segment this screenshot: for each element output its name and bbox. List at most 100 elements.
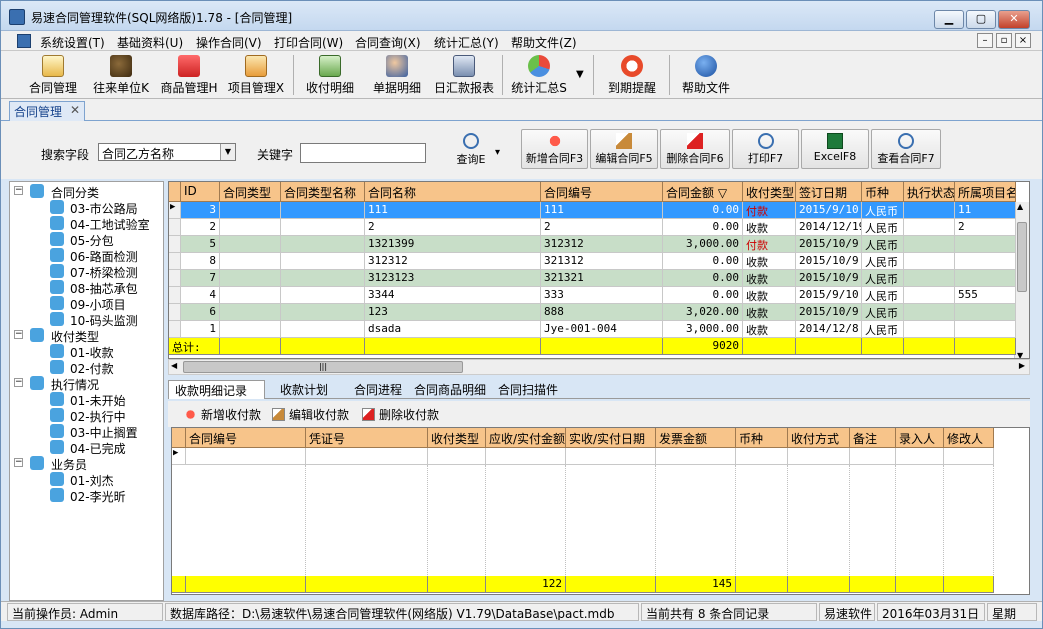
table-cell-amount[interactable]: 0.00 [663,287,743,304]
table-cell-status[interactable] [904,202,955,219]
table-cell-pay-type[interactable]: 收款 [743,287,796,304]
table-cell-name[interactable]: 3344 [365,287,541,304]
scroll-up-icon[interactable]: ▲ [1017,202,1023,211]
table-cell-status[interactable] [904,287,955,304]
mdi-minimize-button[interactable]: – [977,33,993,48]
table-cell-date[interactable]: 2015/10/9 [796,253,862,270]
scroll-left-icon[interactable]: ◀ [171,361,177,370]
tab-payment-plan[interactable]: 收款计划 [274,380,334,399]
table-cell-code[interactable]: 333 [541,287,663,304]
col-header[interactable]: 收付方式 [788,428,850,448]
new-row-cell[interactable] [850,448,896,465]
toolbar-documents-detail-button[interactable]: 单据明细 [368,54,426,96]
table-cell-id[interactable]: 2 [181,219,220,236]
chevron-down-icon[interactable]: ▼ [576,69,584,80]
mdi-close-button[interactable]: × [1015,33,1031,48]
table-cell-currency[interactable]: 人民币 [862,202,904,219]
table-cell-pay-type[interactable]: 付款 [743,236,796,253]
menu-print-contract[interactable]: 打印合同(W) [274,34,343,51]
scroll-thumb[interactable]: ||| [183,361,463,373]
table-cell-pay-type[interactable]: 收款 [743,270,796,287]
table-cell-date[interactable]: 2015/9/10 [796,287,862,304]
new-row-cell[interactable] [306,448,428,465]
delete-payment-button[interactable]: 删除收付款 [362,406,439,423]
table-cell-amount[interactable]: 0.00 [663,202,743,219]
table-cell-project[interactable]: 2 [955,219,1016,236]
table-cell-amount[interactable]: 0.00 [663,253,743,270]
collapse-icon[interactable]: − [14,330,23,339]
tab-contract-progress[interactable]: 合同进程 [348,380,408,399]
table-cell-name[interactable]: 1321399 [365,236,541,253]
table-cell-date[interactable]: 2015/10/9 [796,304,862,321]
menu-statistics[interactable]: 统计汇总(Y) [434,34,499,51]
col-header[interactable]: 合同编号 [541,182,663,202]
col-header[interactable]: 合同类型 [220,182,281,202]
table-cell-amount[interactable]: 3,000.00 [663,321,743,338]
print-button[interactable]: 打印F7 [732,129,799,169]
new-row-cell[interactable] [736,448,788,465]
table-cell-code[interactable]: 321312 [541,253,663,270]
new-row-cell[interactable] [944,448,994,465]
table-cell-type[interactable] [220,321,281,338]
table-cell-date[interactable]: 2014/12/19 [796,219,862,236]
delete-contract-button[interactable]: 删除合同F6 [660,129,730,169]
col-header[interactable]: 发票金额 [656,428,736,448]
query-dropdown-icon[interactable]: ▾ [495,147,500,158]
table-cell-currency[interactable]: 人民币 [862,287,904,304]
col-header[interactable]: 实收/实付日期 [566,428,656,448]
new-row-cell[interactable] [896,448,944,465]
menu-system-settings[interactable]: 系统设置(T) [40,34,105,51]
col-header[interactable]: 合同类型名称 [281,182,365,202]
table-cell-pay-type[interactable]: 收款 [743,219,796,236]
view-contract-button[interactable]: 查看合同F7 [871,129,941,169]
table-cell-type[interactable] [220,236,281,253]
table-cell-name[interactable]: dsada [365,321,541,338]
col-header[interactable]: 币种 [862,182,904,202]
toolbar-daily-report-button[interactable]: 日汇款报表 [431,54,497,96]
vertical-scrollbar[interactable]: ▲ ▼ [1014,202,1029,358]
table-cell-type-name[interactable] [281,202,365,219]
table-cell-code[interactable]: Jye-001-004 [541,321,663,338]
horizontal-scrollbar[interactable]: ◀ ||| ▶ [168,359,1030,375]
table-cell-date[interactable]: 2015/10/9 [796,270,862,287]
tab-contract-goods[interactable]: 合同商品明细 [408,380,492,399]
search-field-select[interactable]: 合同乙方名称 ▼ [98,143,236,161]
table-cell-date[interactable]: 2015/10/9 [796,236,862,253]
mdi-restore-button[interactable]: ▫ [996,33,1012,48]
table-cell-currency[interactable]: 人民币 [862,321,904,338]
close-tab-icon[interactable]: ✕ [70,103,80,117]
scroll-down-icon[interactable]: ▼ [1017,351,1023,358]
table-cell-project[interactable]: 555 [955,287,1016,304]
col-header[interactable]: 修改人 [944,428,994,448]
scroll-right-icon[interactable]: ▶ [1019,361,1025,370]
table-cell-amount[interactable]: 3,000.00 [663,236,743,253]
new-contract-button[interactable]: 新增合同F3 [521,129,588,169]
table-cell-date[interactable]: 2015/9/10 [796,202,862,219]
col-header[interactable]: 合同编号 [186,428,306,448]
table-cell-type[interactable] [220,304,281,321]
new-row-cell[interactable] [656,448,736,465]
table-cell-type[interactable] [220,219,281,236]
table-cell-type-name[interactable] [281,236,365,253]
new-row-cell[interactable] [788,448,850,465]
table-cell-code[interactable]: 312312 [541,236,663,253]
table-cell-id[interactable]: 4 [181,287,220,304]
table-cell-code[interactable]: 2 [541,219,663,236]
table-cell-status[interactable] [904,304,955,321]
table-cell-pay-type[interactable]: 付款 [743,202,796,219]
new-row-cell[interactable] [566,448,656,465]
table-cell-currency[interactable]: 人民币 [862,236,904,253]
table-cell-type-name[interactable] [281,270,365,287]
new-row-cell[interactable] [186,448,306,465]
table-cell-type[interactable] [220,202,281,219]
table-cell-project[interactable] [955,321,1016,338]
table-cell-id[interactable]: 7 [181,270,220,287]
table-cell-type[interactable] [220,270,281,287]
table-cell-status[interactable] [904,321,955,338]
col-header[interactable]: 签订日期 [796,182,862,202]
col-header[interactable]: 录入人 [896,428,944,448]
table-cell-amount[interactable]: 0.00 [663,270,743,287]
table-cell-id[interactable]: 8 [181,253,220,270]
table-cell-status[interactable] [904,253,955,270]
toolbar-due-reminder-button[interactable]: 到期提醒 [601,54,663,96]
